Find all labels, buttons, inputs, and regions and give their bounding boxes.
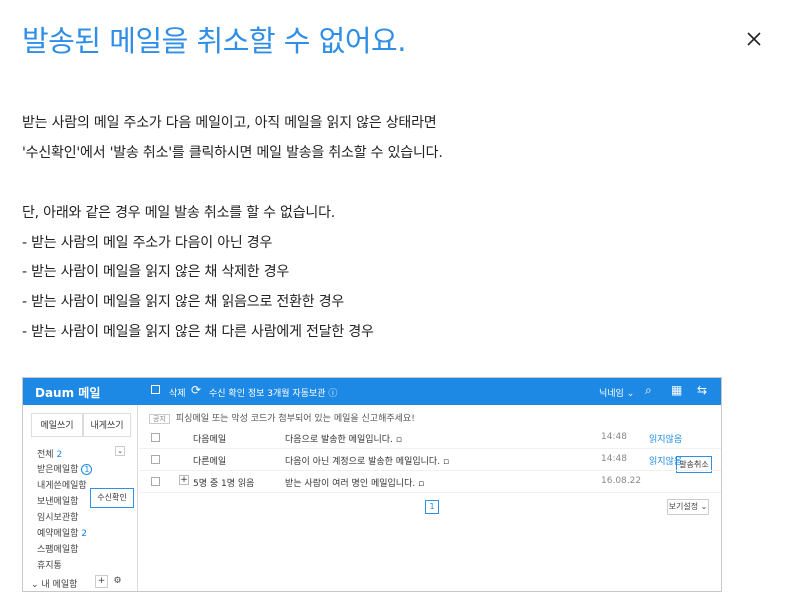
expand-icon[interactable]: + [179, 475, 189, 485]
row-subject: 다음이 아닌 계정으로 발송한 메일입니다. ▫ [285, 457, 450, 467]
table-row[interactable]: 다음메일 다음으로 발송한 메일입니다. ▫ 14:48 읽지않음 [139, 427, 721, 449]
table-row[interactable]: + 5명 중 1명 읽음 받는 사람이 여러 명인 메일입니다. ▫ 16.08… [139, 471, 721, 493]
row-status: 읽지않음 [649, 435, 683, 445]
mailbox-trash[interactable]: 휴지통 [37, 558, 62, 571]
paragraph-line: - 받는 사람이 메일을 읽지 않은 채 읽음으로 전환한 경우 [22, 294, 345, 310]
mailbox-spam[interactable]: 스팸메일함 [37, 542, 78, 555]
daum-logo: Daum 메일 [35, 386, 101, 400]
row-recipient: 다른메일 [193, 457, 227, 467]
mail-screenshot: Daum 메일 삭제 ⟳ 수신 확인 정보 3개월 자동보관 ⓘ 닉네임 ⌄ ⌕… [22, 377, 722, 592]
mailbox-draft[interactable]: 임시보관함 [37, 510, 78, 523]
write-mail-button[interactable]: 메일쓰기 [31, 413, 83, 437]
write-self-button[interactable]: 내게쓰기 [83, 413, 131, 437]
page-title: 발송된 메일을 취소할 수 없어요. [22, 24, 406, 58]
mailbox-inbox[interactable]: 받은메일함 1 [37, 462, 93, 475]
paragraph-line: '수신확인'에서 '발송 취소'를 클릭하시면 메일 발송을 취소할 수 있습니… [22, 145, 443, 161]
check-receipt-button[interactable]: 수신확인 [90, 488, 134, 508]
mail-topbar: Daum 메일 삭제 ⟳ 수신 확인 정보 3개월 자동보관 ⓘ 닉네임 ⌄ ⌕… [23, 378, 721, 405]
mail-list: 공지 피싱메일 또는 악성 코드가 첨부되어 있는 메일을 신고해주세요! 다음메… [139, 405, 721, 591]
mailbox-reserved[interactable]: 예약메일함 2 [37, 526, 87, 539]
row-recipient: 다음메일 [193, 435, 227, 445]
row-time: 16.08.22 [601, 476, 642, 486]
settings-icon[interactable]: ⚙ [111, 575, 124, 588]
search-icon[interactable]: ⌕ [645, 383, 652, 398]
row-time: 14:48 [601, 432, 627, 442]
apps-icon[interactable]: ▦ [671, 383, 682, 397]
collapse-icon[interactable]: ⌄ [115, 446, 125, 456]
paragraph-line: 받는 사람의 메일 주소가 다음 메일이고, 아직 메일을 읽지 않은 상태라면 [22, 115, 437, 131]
auto-keep-info: 수신 확인 정보 3개월 자동보관 ⓘ [209, 389, 338, 399]
page-number[interactable]: 1 [425, 500, 439, 514]
row-checkbox[interactable] [151, 433, 160, 442]
row-time: 14:48 [601, 454, 627, 464]
mailbox-all[interactable]: 전체 2 [37, 447, 62, 460]
mailbox-sent[interactable]: 보낸메일함 [37, 494, 78, 507]
row-checkbox[interactable] [151, 477, 160, 486]
notice-bar: 공지 피싱메일 또는 악성 코드가 첨부되어 있는 메일을 신고해주세요! [149, 411, 415, 424]
mail-sidebar: 메일쓰기 내게쓰기 전체 2 ⌄ 받은메일함 1 내게쓴메일함 보낸메일함 임시보… [23, 405, 138, 591]
row-subject: 다음으로 발송한 메일입니다. ▫ [285, 435, 402, 445]
select-all-checkbox[interactable] [151, 385, 160, 394]
row-checkbox[interactable] [151, 455, 160, 464]
view-setting-select[interactable]: 보기설정 ⌄ [667, 499, 709, 515]
mailbox-self[interactable]: 내게쓴메일함 [37, 478, 87, 491]
close-icon[interactable] [745, 30, 763, 48]
swap-icon[interactable]: ⇆ [697, 383, 707, 397]
row-recipient: 5명 중 1명 읽음 [193, 479, 255, 489]
row-status: 읽지않음 [649, 457, 683, 467]
paragraph-line: - 받는 사람이 메일을 읽지 않은 채 다른 사람에게 전달한 경우 [22, 324, 374, 340]
refresh-icon[interactable]: ⟳ [191, 383, 201, 397]
delete-button[interactable]: 삭제 [169, 386, 186, 399]
paragraph-line: - 받는 사람의 메일 주소가 다음이 아닌 경우 [22, 235, 273, 251]
user-menu[interactable]: 닉네임 ⌄ [599, 386, 634, 399]
my-mailbox[interactable]: ⌄ 내 메일함 [31, 577, 77, 590]
paragraph-line: - 받는 사람이 메일을 읽지 않은 채 삭제한 경우 [22, 264, 290, 280]
paragraph-line: 단, 아래와 같은 경우 메일 발송 취소를 할 수 없습니다. [22, 205, 336, 221]
add-icon[interactable]: + [95, 575, 108, 588]
table-row[interactable]: 다른메일 다음이 아닌 계정으로 발송한 메일입니다. ▫ 14:48 읽지않음 [139, 449, 721, 471]
row-subject: 받는 사람이 여러 명인 메일입니다. ▫ [285, 479, 425, 489]
